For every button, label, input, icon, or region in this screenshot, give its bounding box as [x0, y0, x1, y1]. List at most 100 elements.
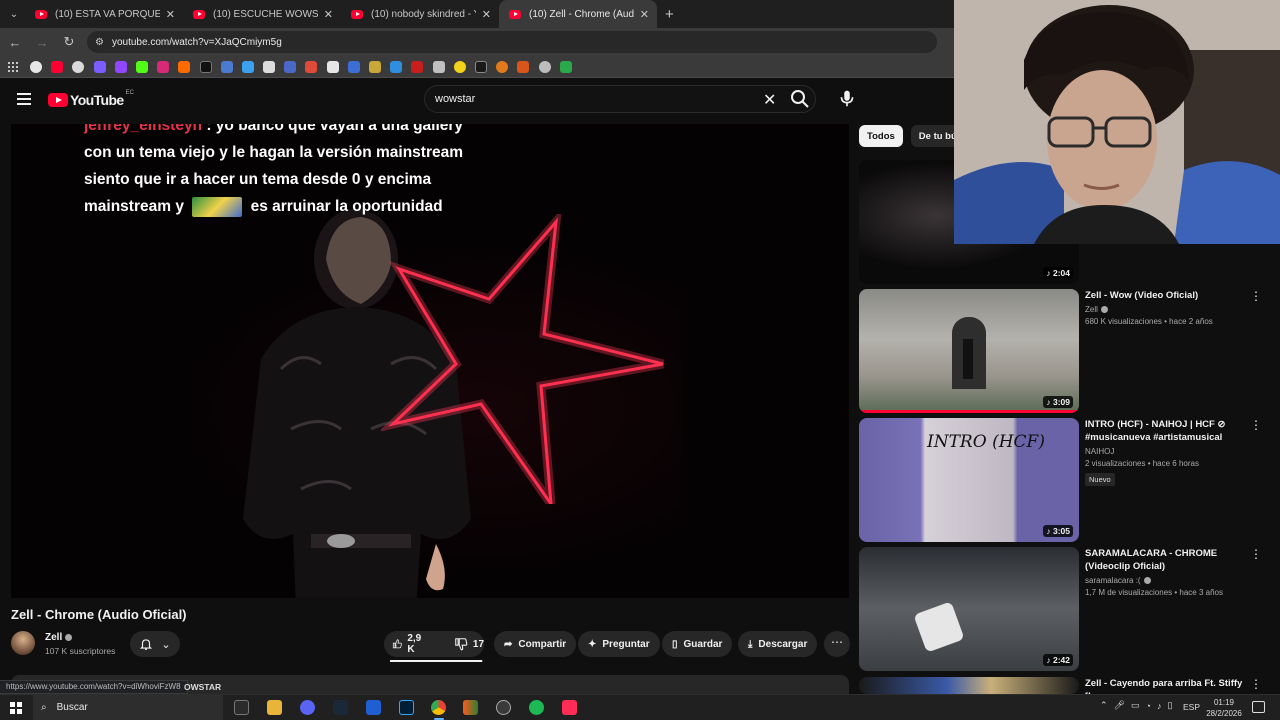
clock[interactable]: 01:19 28/2/2026 [1204, 697, 1244, 719]
bookmark-icon[interactable] [474, 60, 487, 73]
browser-tab[interactable]: (10) ESCUCHE WOWSTAR Y ME ✕ [183, 0, 341, 28]
bookmark-icon[interactable] [517, 60, 530, 73]
channel-avatar[interactable] [11, 631, 35, 655]
chevron-up-icon[interactable]: ⌃ [1100, 700, 1108, 711]
chip-all[interactable]: Todos [859, 125, 903, 147]
sheets-bookmark-icon[interactable] [559, 60, 572, 73]
bookmark-icon[interactable] [263, 60, 276, 73]
app-icon[interactable] [366, 700, 381, 715]
volume-icon[interactable]: ♪ [1157, 701, 1162, 711]
file-explorer-icon[interactable] [267, 700, 282, 715]
more-options-icon[interactable]: ⋮ [1250, 678, 1262, 690]
network-icon[interactable]: ▭ [1131, 700, 1140, 711]
video-duration: ♪ 3:05 [1043, 525, 1073, 537]
bookmark-icon[interactable] [220, 60, 233, 73]
bookmark-icon[interactable] [369, 60, 381, 73]
reload-icon[interactable]: ↻ [57, 34, 81, 50]
chat-username: jeffrey_einsteyn [84, 124, 203, 134]
soundcloud-bookmark-icon[interactable] [178, 60, 191, 73]
search-input[interactable]: wowstar ✕ [424, 85, 816, 113]
bookmark-icon[interactable] [93, 60, 106, 73]
bookmark-icon[interactable] [305, 60, 318, 73]
kick-bookmark-icon[interactable] [135, 60, 148, 73]
bookmark-icon[interactable] [411, 60, 424, 73]
notifications-icon[interactable] [1252, 701, 1265, 713]
microphone-icon[interactable]: 🎤︎ [1114, 700, 1125, 711]
ask-button[interactable]: ✦ Preguntar [578, 631, 660, 657]
bookmark-icon[interactable] [241, 60, 254, 73]
video-thumbnail[interactable] [859, 677, 1079, 694]
menu-icon[interactable] [17, 93, 31, 105]
bookmark-icon[interactable] [538, 60, 551, 73]
bookmark-icon[interactable] [453, 60, 466, 73]
obs-icon[interactable] [496, 700, 511, 715]
youtube-logo[interactable]: YouTube EC [48, 90, 134, 108]
notifications-button[interactable]: ⌄ [130, 631, 180, 657]
close-tab-icon[interactable]: ✕ [166, 8, 175, 21]
verified-icon [1143, 577, 1151, 585]
tab-search-button[interactable]: ⌄ [3, 3, 25, 25]
language-indicator[interactable]: ESP [1183, 702, 1200, 712]
address-bar[interactable]: ⚙ youtube.com/watch?v=XJaQCmiym5g [87, 31, 937, 53]
recommendation-title[interactable]: Zell - Wow (Video Oficial) [1085, 289, 1245, 302]
more-actions-button[interactable]: ⋯ [824, 631, 850, 657]
app-icon[interactable] [562, 700, 577, 715]
bookmark-icon[interactable] [72, 60, 85, 73]
windows-start-icon[interactable] [10, 702, 22, 714]
close-tab-icon[interactable]: ✕ [482, 8, 491, 21]
recommendation-channel[interactable]: saramalacara :( [1085, 576, 1245, 585]
browser-tab[interactable]: (10) ESTA VA PORQUE TE QUIER ✕ [25, 0, 183, 28]
video-thumbnail[interactable]: INTRO (HCF) ♪ 3:05 [859, 418, 1079, 542]
steam-icon[interactable] [333, 700, 348, 715]
video-thumbnail[interactable]: ♪ 3:09 [859, 289, 1079, 413]
browser-tab[interactable]: (10) nobody skindred - YouTube ✕ [341, 0, 499, 28]
bookmark-icon[interactable] [390, 60, 403, 73]
more-options-icon[interactable]: ⋮ [1250, 548, 1262, 560]
instagram-bookmark-icon[interactable] [157, 60, 170, 73]
site-info-icon[interactable]: ⚙ [95, 37, 104, 48]
search-icon[interactable] [788, 87, 812, 111]
like-button[interactable]: 2,9 K [384, 631, 425, 657]
more-options-icon[interactable]: ⋮ [1250, 290, 1262, 302]
close-tab-icon[interactable]: ✕ [640, 8, 649, 21]
download-button[interactable]: ⤓ Descargar [738, 631, 818, 657]
app-icon[interactable] [463, 700, 478, 715]
google-bookmark-icon[interactable] [30, 60, 42, 73]
video-player[interactable]: jeffrey_einsteyn : yo banco que vayan a … [11, 124, 849, 598]
wifi-icon[interactable]: ◔ [1146, 701, 1151, 711]
bookmark-icon[interactable] [284, 60, 297, 73]
chrome-icon[interactable] [431, 700, 446, 715]
bookmark-icon[interactable] [496, 60, 509, 73]
notion-bookmark-icon[interactable] [326, 60, 339, 73]
discord-icon[interactable] [300, 700, 315, 715]
x-bookmark-icon[interactable] [199, 60, 212, 73]
recommendation-title[interactable]: INTRO (HCF) - NAIHOJ | HCF ⊘ #musicanuev… [1085, 418, 1245, 444]
battery-icon[interactable]: ▯ [1167, 700, 1172, 711]
bookmark-icon[interactable] [432, 60, 445, 73]
forward-arrow-icon[interactable]: → [30, 35, 54, 50]
more-options-icon[interactable]: ⋮ [1250, 419, 1262, 431]
new-tab-icon[interactable]: + [665, 6, 674, 23]
close-tab-icon[interactable]: ✕ [324, 8, 333, 21]
twitch-bookmark-icon[interactable] [114, 60, 127, 73]
recommendation-channel[interactable]: NAIHOJ [1085, 447, 1245, 456]
video-thumbnail[interactable]: ♪ 2:42 [859, 547, 1079, 671]
share-button[interactable]: ➦ Compartir [494, 631, 577, 657]
apps-grid-icon[interactable] [8, 61, 18, 72]
recommendation-title[interactable]: SARAMALACARA - CHROME (Videoclip Oficial… [1085, 547, 1245, 573]
back-arrow-icon[interactable]: ← [3, 35, 27, 50]
channel-name[interactable]: Zell [45, 632, 73, 643]
photoshop-icon[interactable] [399, 700, 414, 715]
bookmark-icon[interactable] [347, 60, 360, 73]
spotify-icon[interactable] [529, 700, 544, 715]
save-button[interactable]: ▯ Guardar [662, 631, 733, 657]
app-icon[interactable] [234, 700, 249, 715]
microphone-icon[interactable] [836, 87, 858, 109]
clear-search-icon[interactable]: ✕ [763, 90, 776, 110]
browser-tab-active[interactable]: (10) Zell - Chrome (Audio Oficial ✕ [499, 0, 657, 28]
youtube-bookmark-icon[interactable] [51, 60, 64, 73]
recommendation-channel[interactable]: Zell [1085, 305, 1245, 314]
taskbar-search[interactable]: ⌕ Buscar [33, 695, 223, 720]
country-code: EC [125, 90, 134, 96]
dislike-button[interactable]: 17 [454, 631, 484, 657]
